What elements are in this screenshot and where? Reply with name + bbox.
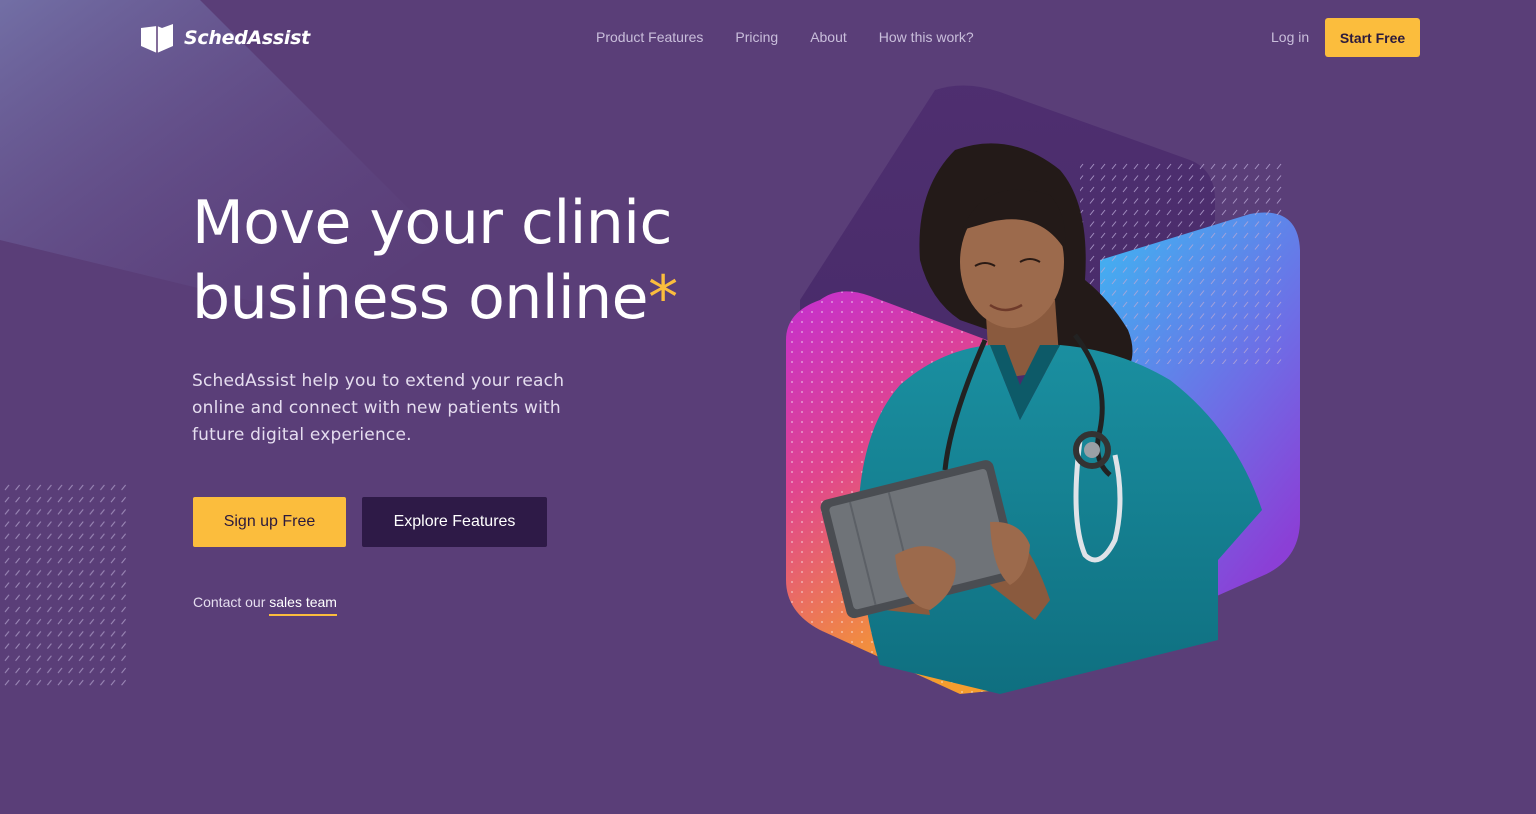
contact-sales: Contact our sales team — [193, 593, 337, 616]
hero-headline-line2: business online — [192, 263, 649, 333]
explore-features-button[interactable]: Explore Features — [362, 497, 547, 547]
contact-prefix: Contact our — [193, 594, 270, 610]
nav-link-how-it-works[interactable]: How this work? — [879, 28, 974, 46]
start-free-button[interactable]: Start Free — [1325, 18, 1420, 57]
asterisk-accent: * — [648, 263, 678, 333]
top-navigation: SchedAssist Product Features Pricing Abo… — [0, 0, 1536, 74]
shield-book-icon — [141, 24, 173, 53]
nav-link-product-features[interactable]: Product Features — [596, 28, 703, 46]
nav-link-about[interactable]: About — [810, 28, 847, 46]
brand-name: SchedAssist — [184, 27, 310, 49]
hero-subtext-line2: online and connect with new patients wit… — [192, 398, 561, 418]
sales-team-link[interactable]: sales team — [269, 593, 337, 616]
hero-headline: Move your clinic business online* — [192, 186, 752, 336]
nav-link-pricing[interactable]: Pricing — [735, 28, 778, 46]
hero-subtext-line1: SchedAssist help you to extend your reac… — [192, 371, 565, 391]
sign-up-free-button[interactable]: Sign up Free — [193, 497, 346, 547]
dash-pattern-decoration — [4, 482, 128, 688]
nurse-with-tablet-illustration — [786, 85, 1300, 694]
brand-logo[interactable]: SchedAssist — [140, 22, 310, 54]
login-link[interactable]: Log in — [1271, 28, 1309, 46]
hero-subtext: SchedAssist help you to extend your reac… — [192, 368, 612, 449]
nav-links: Product Features Pricing About How this … — [596, 28, 974, 46]
hero-headline-line1: Move your clinic — [192, 188, 672, 258]
hero-subtext-line3: future digital experience. — [192, 425, 412, 445]
